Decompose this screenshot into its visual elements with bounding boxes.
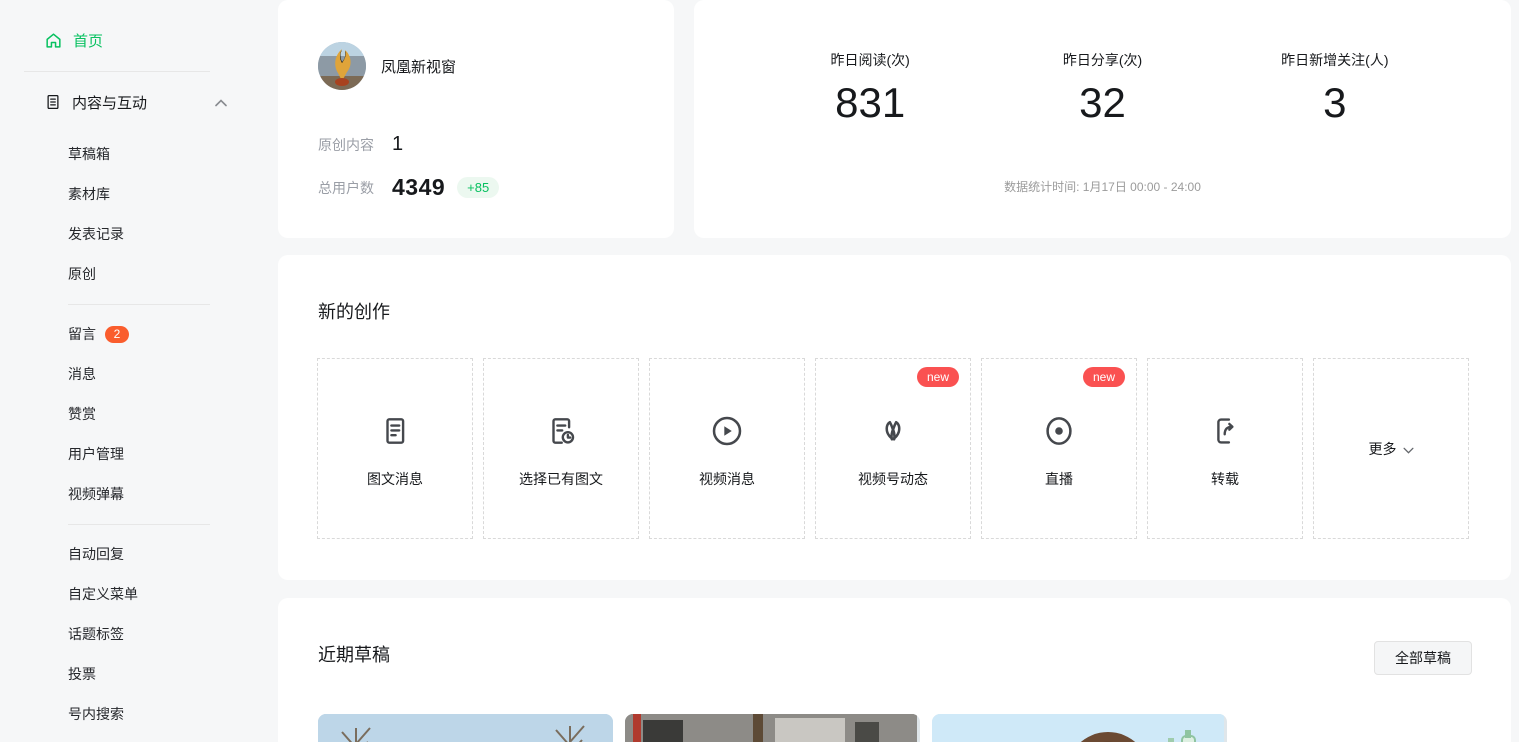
original-content-value[interactable]: 1 — [392, 133, 403, 156]
sidebar-item-messages[interactable]: 消息 — [0, 354, 250, 394]
section-title-recent-drafts: 近期草稿 — [318, 641, 390, 667]
total-users-label: 总用户数 — [318, 178, 388, 198]
sidebar-item-home[interactable]: 首页 — [0, 20, 250, 60]
new-users-delta-badge: +85 — [457, 177, 499, 198]
sidebar-item-rewards[interactable]: 赞赏 — [0, 394, 250, 434]
unread-count-badge: 2 — [105, 326, 129, 343]
sidebar-item-video-danmu[interactable]: 视频弹幕 — [0, 474, 250, 514]
recent-drafts-card: 近期草稿 全部草稿 — [278, 598, 1511, 742]
tile-label: 转载 — [1211, 469, 1239, 489]
home-icon — [44, 31, 63, 50]
sidebar-item-topic-tags[interactable]: 话题标签 — [0, 614, 250, 654]
all-drafts-button[interactable]: 全部草稿 — [1374, 641, 1472, 675]
sidebar-item-label: 原创 — [68, 264, 96, 284]
sidebar-item-original[interactable]: 原创 — [0, 254, 250, 294]
sidebar-item-label: 话题标签 — [68, 624, 124, 644]
article-icon — [377, 409, 413, 453]
sidebar-item-label: 消息 — [68, 364, 96, 384]
avatar[interactable] — [318, 42, 366, 90]
sidebar-item-label: 用户管理 — [68, 444, 124, 464]
sidebar-item-publish-records[interactable]: 发表记录 — [0, 214, 250, 254]
sidebar-item-label: 赞赏 — [68, 404, 96, 424]
stat-value: 3 — [1219, 80, 1451, 126]
stats-time-range-note: 数据统计时间: 1月17日 00:00 - 24:00 — [694, 178, 1511, 195]
sidebar-item-in-account-search[interactable]: 号内搜索 — [0, 694, 250, 734]
chevron-down-icon — [1403, 441, 1414, 457]
tile-label: 选择已有图文 — [519, 469, 603, 489]
stat-label: 昨日新增关注(人) — [1219, 50, 1451, 70]
sidebar-item-drafts[interactable]: 草稿箱 — [0, 134, 250, 174]
sidebar-divider — [68, 304, 210, 305]
sidebar-item-label: 自动回复 — [68, 544, 124, 564]
sidebar-item-label: 自定义菜单 — [68, 584, 138, 604]
account-profile-card: 凤凰新视窗 原创内容 1 总用户数 4349 +85 — [278, 0, 674, 238]
stat-yesterday-reads[interactable]: 昨日阅读(次) 831 — [754, 50, 986, 126]
sidebar-item-user-management[interactable]: 用户管理 — [0, 434, 250, 474]
sidebar-item-label: 号内搜索 — [68, 704, 124, 724]
tile-choose-existing-article[interactable]: 选择已有图文 — [483, 358, 639, 539]
yesterday-stats-card: 昨日阅读(次) 831 昨日分享(次) 32 昨日新增关注(人) 3 数据统计时… — [694, 0, 1511, 238]
sidebar-home-label: 首页 — [73, 30, 103, 51]
sidebar-item-label: 素材库 — [68, 184, 110, 204]
sidebar-menu: 草稿箱 素材库 发表记录 原创 留言 2 消息 赞赏 用户管理 视频弹幕 自动回… — [0, 134, 250, 734]
tile-video-message[interactable]: 视频消息 — [649, 358, 805, 539]
sidebar-item-comments[interactable]: 留言 2 — [0, 314, 250, 354]
article-clock-icon — [543, 409, 579, 453]
sidebar-section-label: 内容与互动 — [72, 92, 147, 113]
tile-channels-feed[interactable]: new 视频号动态 — [815, 358, 971, 539]
tile-live-stream[interactable]: new 直播 — [981, 358, 1137, 539]
sidebar-item-material-library[interactable]: 素材库 — [0, 174, 250, 214]
sidebar-item-custom-menu[interactable]: 自定义菜单 — [0, 574, 250, 614]
live-dot-icon — [1040, 409, 1078, 453]
sidebar-divider — [24, 71, 210, 72]
account-name: 凤凰新视窗 — [381, 56, 456, 77]
tile-repost[interactable]: 转载 — [1147, 358, 1303, 539]
stat-yesterday-shares[interactable]: 昨日分享(次) 32 — [986, 50, 1218, 126]
new-badge: new — [1083, 367, 1125, 387]
original-content-label: 原创内容 — [318, 135, 388, 155]
tile-label: 图文消息 — [367, 469, 423, 489]
draft-thumbnail-cartoon-illustration[interactable] — [932, 714, 1227, 742]
tile-label: 视频号动态 — [858, 469, 928, 489]
repost-icon — [1207, 409, 1243, 453]
tile-label: 视频消息 — [699, 469, 755, 489]
chevron-up-icon — [215, 94, 227, 111]
draft-thumbnail-playground[interactable] — [625, 714, 920, 742]
sidebar-item-label: 留言 — [68, 324, 96, 344]
sidebar-item-auto-reply[interactable]: 自动回复 — [0, 534, 250, 574]
draft-thumbnail-winter-courtyard[interactable] — [318, 714, 613, 742]
play-circle-icon — [708, 409, 746, 453]
new-creation-card: 新的创作 图文消息 — [278, 255, 1511, 580]
stat-value: 831 — [754, 80, 986, 126]
sidebar-item-label: 草稿箱 — [68, 144, 110, 164]
stat-value: 32 — [986, 80, 1218, 126]
sidebar-section-content[interactable]: 内容与互动 — [0, 82, 250, 122]
sidebar-divider — [68, 524, 210, 525]
tile-article-message[interactable]: 图文消息 — [317, 358, 473, 539]
section-title-new-creation: 新的创作 — [318, 298, 390, 324]
creation-tiles: 图文消息 选择已有图文 视频消息 — [317, 358, 1469, 539]
stat-yesterday-new-followers[interactable]: 昨日新增关注(人) 3 — [1219, 50, 1451, 126]
document-icon — [44, 93, 62, 111]
tile-label: 更多 — [1369, 439, 1397, 459]
stat-label: 昨日阅读(次) — [754, 50, 986, 70]
new-badge: new — [917, 367, 959, 387]
sidebar-item-label: 发表记录 — [68, 224, 124, 244]
sidebar: 首页 内容与互动 草稿箱 素材库 发表记录 原创 留言 2 消息 赞赏 用户管理 — [0, 0, 250, 734]
sidebar-item-label: 投票 — [68, 664, 96, 684]
tile-more[interactable]: 更多 — [1313, 358, 1469, 539]
sidebar-item-label: 视频弹幕 — [68, 484, 124, 504]
sidebar-item-polls[interactable]: 投票 — [0, 654, 250, 694]
tile-label: 直播 — [1045, 469, 1073, 489]
channels-icon — [874, 409, 912, 453]
stat-label: 昨日分享(次) — [986, 50, 1218, 70]
total-users-value[interactable]: 4349 — [392, 174, 445, 201]
draft-thumbnails — [318, 714, 1227, 742]
